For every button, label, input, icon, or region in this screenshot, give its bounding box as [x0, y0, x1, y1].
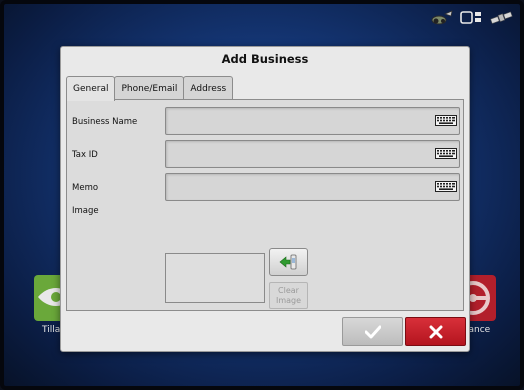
load-image-button[interactable]	[269, 248, 308, 276]
add-business-dialog: Add Business General Phone/Email Address…	[60, 46, 470, 352]
keyboard-icon[interactable]	[435, 148, 457, 159]
clear-image-label-line1: Clear	[278, 286, 299, 295]
tillage-tile-label: Tilla	[42, 325, 61, 335]
display-window-icon[interactable]	[460, 10, 484, 26]
close-x-icon	[429, 325, 442, 338]
cancel-button[interactable]	[405, 317, 466, 346]
tax-id-label: Tax ID	[72, 150, 98, 160]
dialog-title: Add Business	[221, 52, 309, 66]
business-name-label: Business Name	[72, 117, 138, 127]
memo-field[interactable]	[165, 173, 460, 201]
tab-general[interactable]: General	[66, 76, 116, 101]
ok-button[interactable]	[342, 317, 403, 346]
checkmark-icon	[364, 325, 381, 338]
tax-id-field[interactable]	[165, 140, 460, 168]
business-name-field[interactable]	[165, 107, 460, 135]
image-label: Image	[72, 206, 99, 216]
clear-image-button[interactable]: Clear Image	[269, 282, 308, 309]
status-bar	[430, 8, 514, 28]
general-tab-panel: Business Name Tax ID Memo Image Clear Im…	[66, 99, 464, 311]
satellite-icon[interactable]	[490, 10, 514, 26]
memo-label: Memo	[72, 183, 99, 193]
keyboard-icon[interactable]	[435, 181, 457, 192]
gps-tractor-icon[interactable]	[430, 10, 454, 26]
display-screen: Tilla lance Add Business General Phone/E…	[0, 0, 524, 390]
tab-address[interactable]: Address	[183, 76, 234, 100]
clear-image-label-line2: Image	[275, 296, 302, 305]
load-image-arrow-icon	[279, 254, 296, 270]
keyboard-icon[interactable]	[435, 115, 457, 126]
tab-bar: General Phone/Email Address	[66, 76, 234, 101]
tab-phone-email[interactable]: Phone/Email	[114, 76, 185, 100]
image-preview-box	[165, 253, 265, 303]
